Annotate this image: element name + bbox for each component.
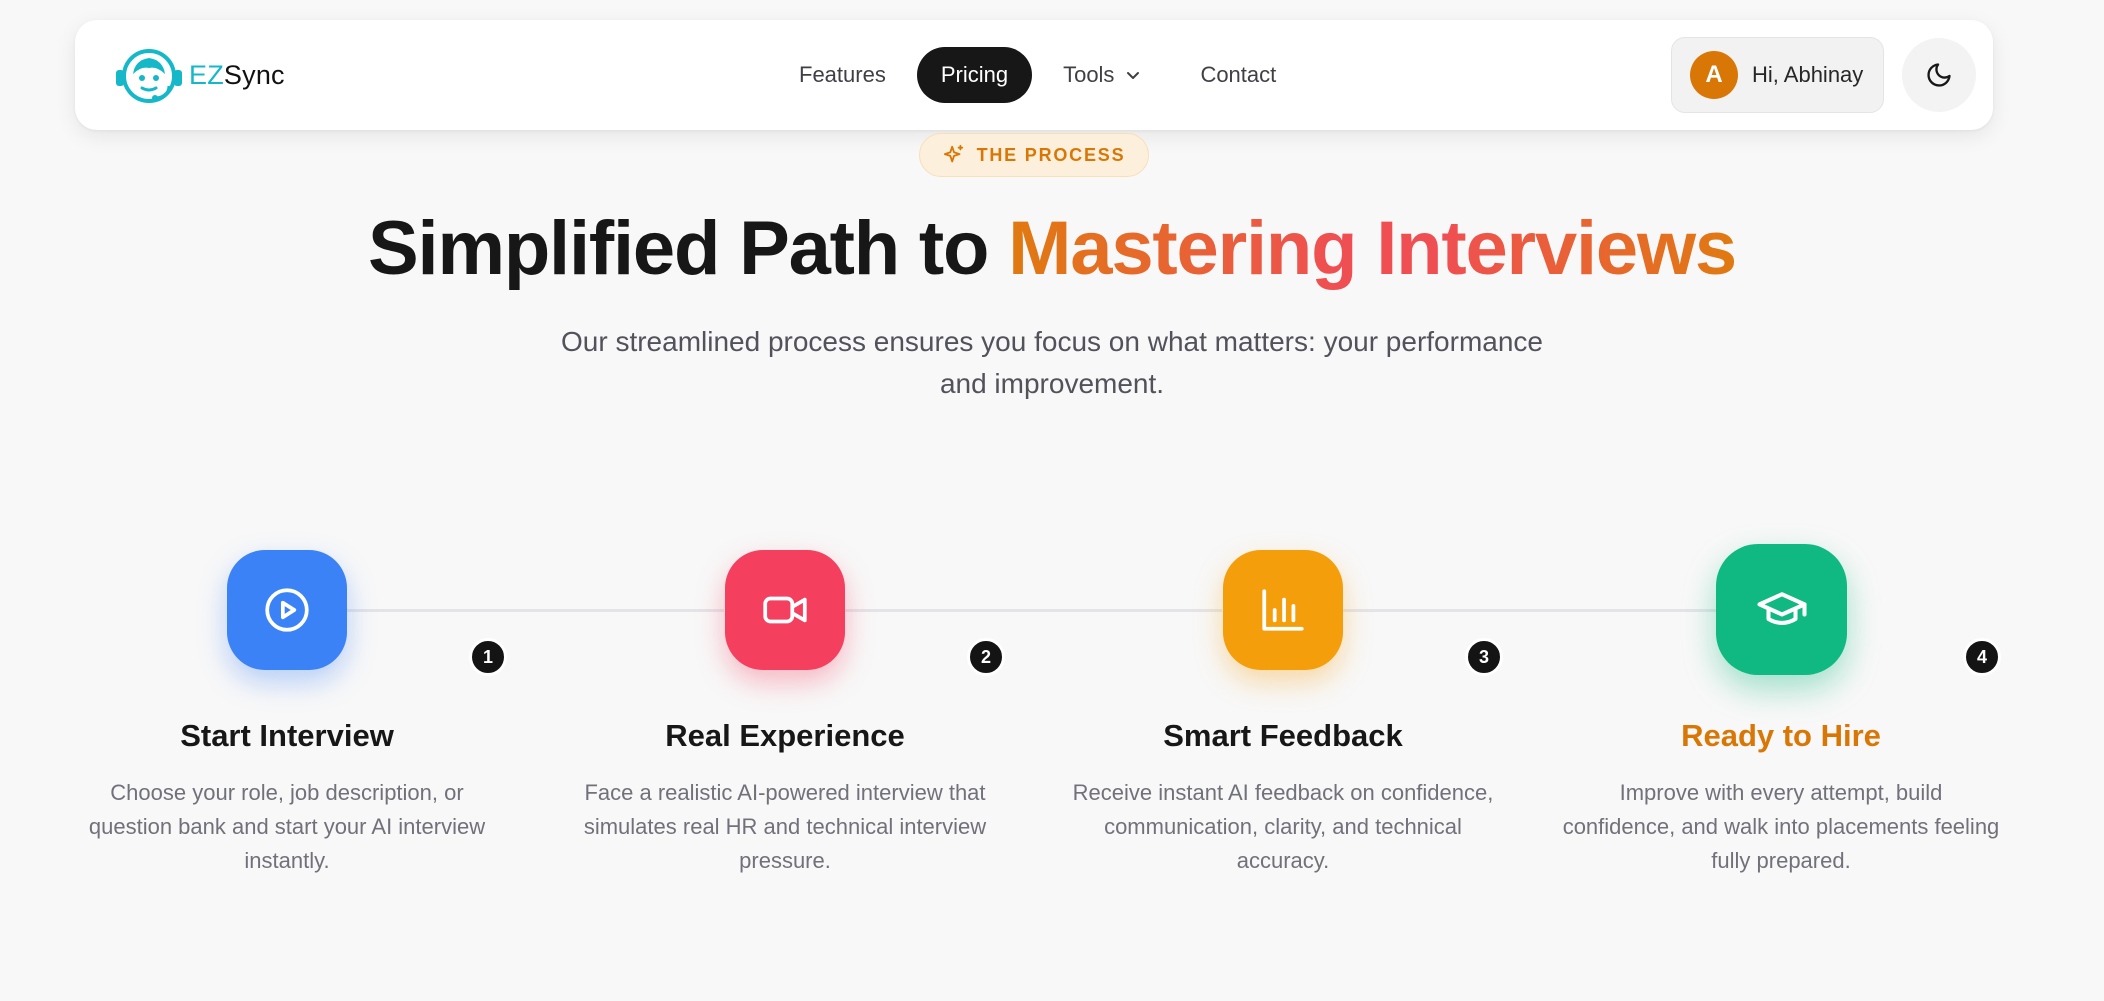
step-connector-line	[845, 609, 1222, 612]
page-title-plain: Simplified Path to	[368, 206, 1009, 291]
avatar: A	[1690, 51, 1738, 99]
play-circle-icon	[265, 588, 309, 632]
step-number-badge: 4	[1963, 638, 2001, 676]
main-nav: Features Pricing Tools Contact	[769, 47, 1306, 103]
step-description: Face a realistic AI-powered interview th…	[583, 780, 987, 873]
brand-name-prefix: EZ	[189, 59, 224, 90]
video-camera-icon	[763, 596, 807, 624]
theme-toggle-button[interactable]	[1902, 38, 1976, 112]
step-title: Real Experience	[665, 718, 905, 753]
user-greeting: Hi, Abhinay	[1752, 62, 1864, 87]
step-title: Smart Feedback	[1163, 718, 1403, 753]
nav-link-tools-label: Tools	[1063, 62, 1115, 87]
section-badge-label: THE PROCESS	[976, 144, 1126, 165]
step-number-badge: 3	[1465, 638, 1503, 676]
section-badge: THE PROCESS	[919, 133, 1149, 177]
nav-link-contact[interactable]: Contact	[1170, 47, 1306, 103]
step-title: Ready to Hire	[1681, 718, 1881, 753]
nav-link-pricing[interactable]: Pricing	[916, 47, 1033, 103]
page-subtitle: Our streamlined process ensures you focu…	[561, 326, 1543, 399]
step-2-icon-tile	[725, 550, 845, 670]
step-3-icon-tile	[1223, 550, 1343, 670]
brand-logo[interactable]: EZSync	[111, 44, 285, 106]
step-number-badge: 1	[469, 638, 507, 676]
nav-link-tools[interactable]: Tools	[1033, 47, 1170, 103]
moon-icon	[1927, 63, 1951, 87]
step-description: Improve with every attempt, build confid…	[1562, 780, 2000, 873]
bar-chart-icon	[1262, 589, 1304, 631]
graduation-cap-icon	[1756, 591, 1807, 625]
brand-name-suffix: Sync	[223, 59, 285, 90]
headset-mascot-icon	[116, 49, 182, 103]
user-menu-button[interactable]: A Hi, Abhinay	[1671, 37, 1884, 113]
step-description: Choose your role, job description, or qu…	[88, 780, 486, 873]
nav-link-features[interactable]: Features	[769, 47, 916, 103]
step-number-badge: 2	[967, 638, 1005, 676]
brand-name: EZSync	[189, 60, 285, 91]
step-connector-line	[347, 609, 724, 612]
page-title-highlight: Mastering Interviews	[1008, 206, 1737, 291]
step-description: Receive instant AI feedback on confidenc…	[1072, 780, 1494, 873]
page-title: Simplified Path to Mastering Interviews	[0, 205, 2104, 292]
step-4-icon-tile	[1716, 544, 1847, 675]
step-1-icon-tile	[227, 550, 347, 670]
chevron-down-icon	[1127, 72, 1140, 79]
step-title: Start Interview	[180, 718, 394, 753]
top-navbar: EZSync Features Pricing Tools Contact A …	[75, 20, 1993, 130]
sparkles-icon	[943, 144, 963, 163]
step-connector-line	[1343, 609, 1716, 612]
